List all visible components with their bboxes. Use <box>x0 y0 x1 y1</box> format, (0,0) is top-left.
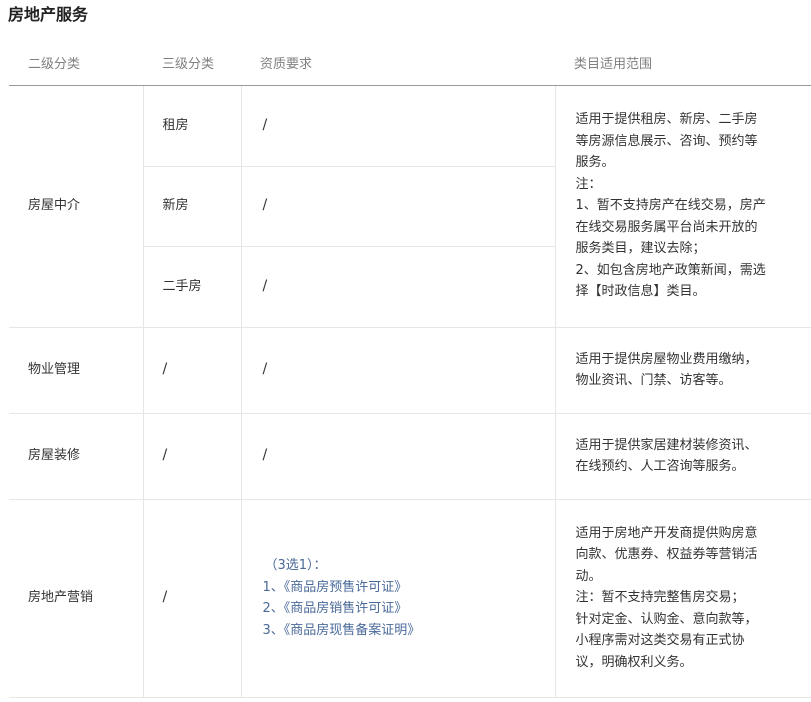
cell-category: 房地产营销 <box>9 499 143 698</box>
cell-category: 房屋中介 <box>9 85 143 328</box>
cell-subcategory: / <box>142 499 241 698</box>
cell-subcategory: 租房 <box>142 85 241 167</box>
qualification-option: 1、《商品房预售许可证》 <box>262 579 408 595</box>
cell-scope: 适用于提供租房、新房、二手房 等房源信息展示、咨询、预约等 服务。 注： 1、暂… <box>554 85 811 328</box>
cell-category: 物业管理 <box>9 327 143 414</box>
qualification-option-header: （3选1）： <box>264 558 327 573</box>
table-row: 房地产营销 / （3选1）： 1、《商品房预售许可证》 2、《商品房销售许可证》… <box>9 499 811 698</box>
table-header-row: 二级分类 三级分类 资质要求 类目适用范围 <box>9 40 811 86</box>
cell-category: 房屋装修 <box>9 413 143 500</box>
qualification-option: 2、《商品房销售许可证》 <box>262 601 408 616</box>
cell-qualification: / <box>240 327 555 414</box>
cell-subcategory: / <box>142 327 241 414</box>
cell-qualification: / <box>240 85 555 167</box>
table-row: 房屋中介 租房 / 适用于提供租房、新房、二手房 等房源信息展示、咨询、预约等 … <box>9 85 811 328</box>
cell-qualification: （3选1）： 1、《商品房预售许可证》 2、《商品房销售许可证》 3、《商品房现… <box>240 499 555 698</box>
cell-subcategory: 新房 <box>142 166 241 247</box>
cell-qualification: / <box>240 413 555 500</box>
header-secondary-category: 二级分类 <box>9 40 143 86</box>
cell-scope: 适用于提供房屋物业费用缴纳， 物业资讯、门禁、访客等。 <box>554 327 811 414</box>
cell-subcategory: 二手房 <box>142 246 241 328</box>
header-tertiary-category: 三级分类 <box>143 40 241 86</box>
qualification-option: 3、《商品房现售备案证明》 <box>262 622 421 638</box>
cell-subcategory: / <box>142 413 241 500</box>
cell-scope: 适用于提供家居建材装修资讯、 在线预约、人工咨询等服务。 <box>554 413 811 500</box>
table-row: 房屋装修 / / 适用于提供家居建材装修资讯、 在线预约、人工咨询等服务。 <box>9 413 811 500</box>
table-row: 物业管理 / / 适用于提供房屋物业费用缴纳， 物业资讯、门禁、访客等。 <box>9 327 811 414</box>
header-qualification: 资质要求 <box>241 40 555 86</box>
cell-qualification: / <box>240 246 555 328</box>
header-scope: 类目适用范围 <box>555 40 811 86</box>
page-title: 房地产服务 <box>8 5 89 24</box>
cell-scope: 适用于房地产开发商提供购房意 向款、优惠券、权益券等营销活 动。 注：暂不支持完… <box>554 499 811 698</box>
cell-qualification: / <box>240 166 555 247</box>
category-table: 二级分类 三级分类 资质要求 类目适用范围 房屋中介 租房 / 适用于提供租房、… <box>9 40 811 698</box>
